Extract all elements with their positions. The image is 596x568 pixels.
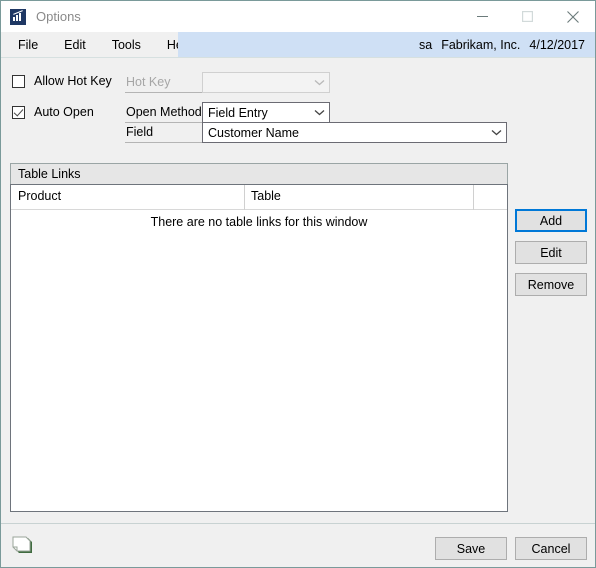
window-controls (460, 1, 595, 32)
field-label: Field (125, 122, 202, 143)
status-strip: sa Fabrikam, Inc. 4/12/2017 (178, 32, 595, 57)
menu-item-tools[interactable]: Tools (99, 32, 154, 57)
menu-item-file[interactable]: File (5, 32, 51, 57)
open-method-value: Field Entry (208, 105, 268, 120)
column-divider (473, 185, 474, 210)
open-method-combo[interactable]: Field Entry (202, 102, 330, 123)
maximize-icon (522, 11, 533, 22)
cancel-button[interactable]: Cancel (515, 537, 587, 560)
menu-item-edit[interactable]: Edit (51, 32, 99, 57)
options-window: Options File Edit Tools Help (0, 0, 596, 568)
window-title: Options (36, 9, 81, 24)
allow-hot-key-row[interactable]: Allow Hot Key (12, 74, 112, 88)
column-header-table: Table (251, 189, 281, 203)
hot-key-combo[interactable] (202, 72, 330, 93)
allow-hot-key-checkbox[interactable] (12, 74, 25, 88)
minimize-icon (477, 16, 488, 17)
add-button[interactable]: Add (515, 209, 587, 232)
status-date: 4/12/2017 (529, 37, 585, 52)
chevron-down-icon (310, 79, 329, 86)
close-button[interactable] (550, 1, 595, 32)
auto-open-label: Auto Open (34, 105, 94, 119)
auto-open-row[interactable]: Auto Open (12, 105, 94, 119)
allow-hot-key-label: Allow Hot Key (34, 74, 112, 88)
bottom-divider (1, 523, 595, 524)
table-links-panel: Table Links Product Table There are no t… (10, 163, 508, 512)
table-links-header: Table Links (10, 163, 508, 184)
remove-button[interactable]: Remove (515, 273, 587, 296)
empty-list-message: There are no table links for this window (150, 215, 368, 229)
edit-button[interactable]: Edit (515, 241, 587, 264)
column-divider (244, 185, 245, 210)
maximize-button[interactable] (505, 1, 550, 32)
field-combo[interactable]: Customer Name (202, 122, 507, 143)
close-icon (566, 10, 579, 23)
table-links-list[interactable]: Product Table There are no table links f… (10, 184, 508, 512)
hot-key-label: Hot Key (125, 72, 202, 93)
chart-arrow-icon (10, 8, 26, 25)
title-bar: Options (1, 1, 595, 32)
save-button[interactable]: Save (435, 537, 507, 560)
chevron-down-icon (487, 129, 506, 136)
field-value: Customer Name (208, 125, 299, 140)
minimize-button[interactable] (460, 1, 505, 32)
chevron-down-icon (310, 109, 329, 116)
status-user: sa (419, 37, 433, 52)
menu-bar: File Edit Tools Help sa Fabrikam, Inc. 4… (1, 32, 595, 58)
auto-open-checkbox[interactable] (12, 105, 25, 119)
column-header-product: Product (18, 189, 62, 203)
table-links-column-header: Product Table (11, 185, 507, 210)
status-company: Fabrikam, Inc. (441, 37, 521, 52)
open-method-label: Open Method (125, 102, 202, 123)
note-icon[interactable] (11, 535, 37, 557)
